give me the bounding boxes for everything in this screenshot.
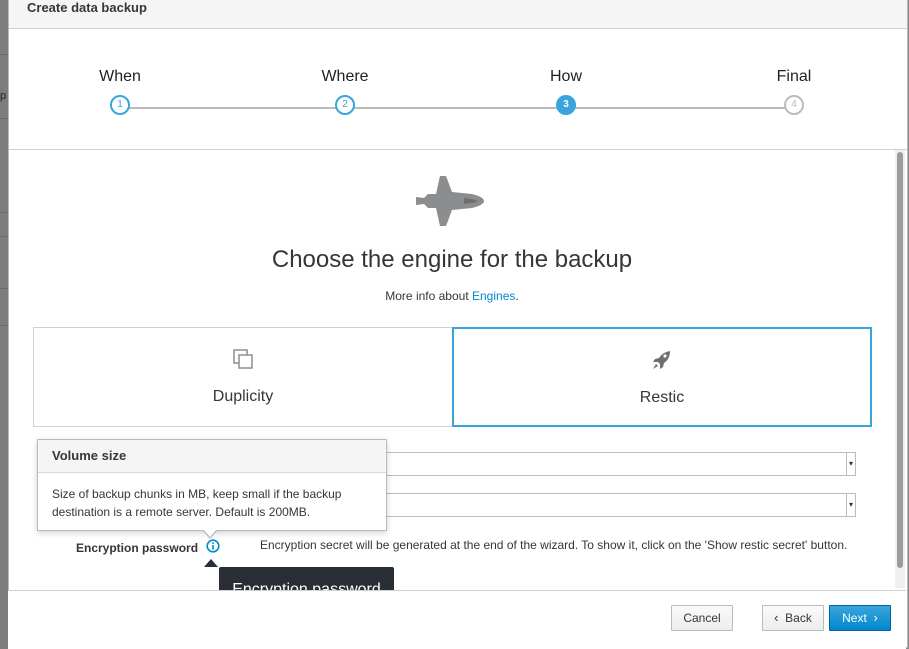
step-number[interactable]: 2	[335, 95, 355, 115]
background-divider	[0, 54, 8, 55]
engine-label: Restic	[639, 389, 685, 406]
tooltip-arrow	[204, 559, 218, 567]
background-divider	[0, 212, 8, 213]
rocket-icon	[653, 351, 670, 369]
background-page: p	[0, 0, 8, 649]
encryption-password-label: Encryption password	[76, 541, 199, 555]
popover-title: Volume size	[38, 440, 386, 473]
chevron-left-icon: ‹	[774, 610, 779, 625]
chevron-right-icon: ›	[873, 610, 878, 625]
info-icon[interactable]	[206, 539, 220, 553]
wizard-steps: When 1 Where 2 How 3 Final 4	[9, 29, 907, 150]
space-shuttle-icon	[416, 176, 484, 226]
more-info-suffix: .	[515, 289, 519, 303]
engine-card-duplicity[interactable]: Duplicity	[33, 327, 453, 427]
back-label: Back	[785, 611, 812, 625]
engine-label: Duplicity	[212, 388, 274, 405]
volume-size-popover: Volume size Size of backup chunks in MB,…	[37, 439, 387, 531]
step-label: Final	[776, 68, 812, 85]
step-number[interactable]: 3	[556, 95, 576, 115]
page-heading: Choose the engine for the backup	[271, 246, 633, 273]
next-button[interactable]: Next ›	[829, 605, 891, 631]
volume-size-select[interactable]: ▾	[386, 452, 856, 476]
body-scrollbar[interactable]	[895, 150, 905, 588]
chevron-down-icon: ▾	[846, 453, 855, 475]
copy-icon	[233, 349, 253, 369]
step-label: How	[549, 68, 582, 85]
step-where[interactable]: Where 2	[285, 67, 405, 115]
engines-link[interactable]: Engines	[472, 289, 515, 303]
step-number[interactable]: 1	[110, 95, 130, 115]
background-divider	[0, 118, 8, 119]
step-number: 4	[784, 95, 804, 115]
encryption-help-text: Encryption secret will be generated at t…	[260, 538, 848, 552]
background-divider	[0, 236, 8, 237]
scroll-thumb[interactable]	[897, 152, 903, 568]
step-final: Final 4	[734, 67, 854, 115]
engine-card-restic[interactable]: Restic	[452, 327, 872, 427]
more-info-prefix: More info about	[385, 289, 469, 303]
dialog-footer: Cancel ‹ Back Next ›	[8, 590, 906, 649]
back-button[interactable]: ‹ Back	[762, 605, 824, 631]
next-label: Next	[842, 611, 867, 625]
step-label: When	[99, 68, 141, 85]
background-text: p	[0, 90, 7, 102]
steps-connector	[120, 107, 794, 109]
popover-arrow-fill	[203, 529, 217, 537]
background-divider	[0, 325, 8, 326]
dialog-title: Create data backup	[27, 0, 147, 15]
step-label: Where	[321, 68, 369, 85]
popover-body: Size of backup chunks in MB, keep small …	[52, 487, 342, 519]
more-info-line: More info about Engines.	[9, 289, 895, 303]
background-divider	[0, 288, 8, 289]
dialog-header: Create data backup	[9, 0, 907, 29]
create-backup-dialog: Create data backup When 1 Where 2 How 3 …	[8, 0, 908, 648]
step-when[interactable]: When 1	[60, 67, 180, 115]
secondary-select[interactable]: ▾	[386, 493, 856, 517]
step-how[interactable]: How 3	[506, 67, 626, 115]
cancel-button[interactable]: Cancel	[671, 605, 733, 631]
chevron-down-icon: ▾	[846, 494, 855, 516]
